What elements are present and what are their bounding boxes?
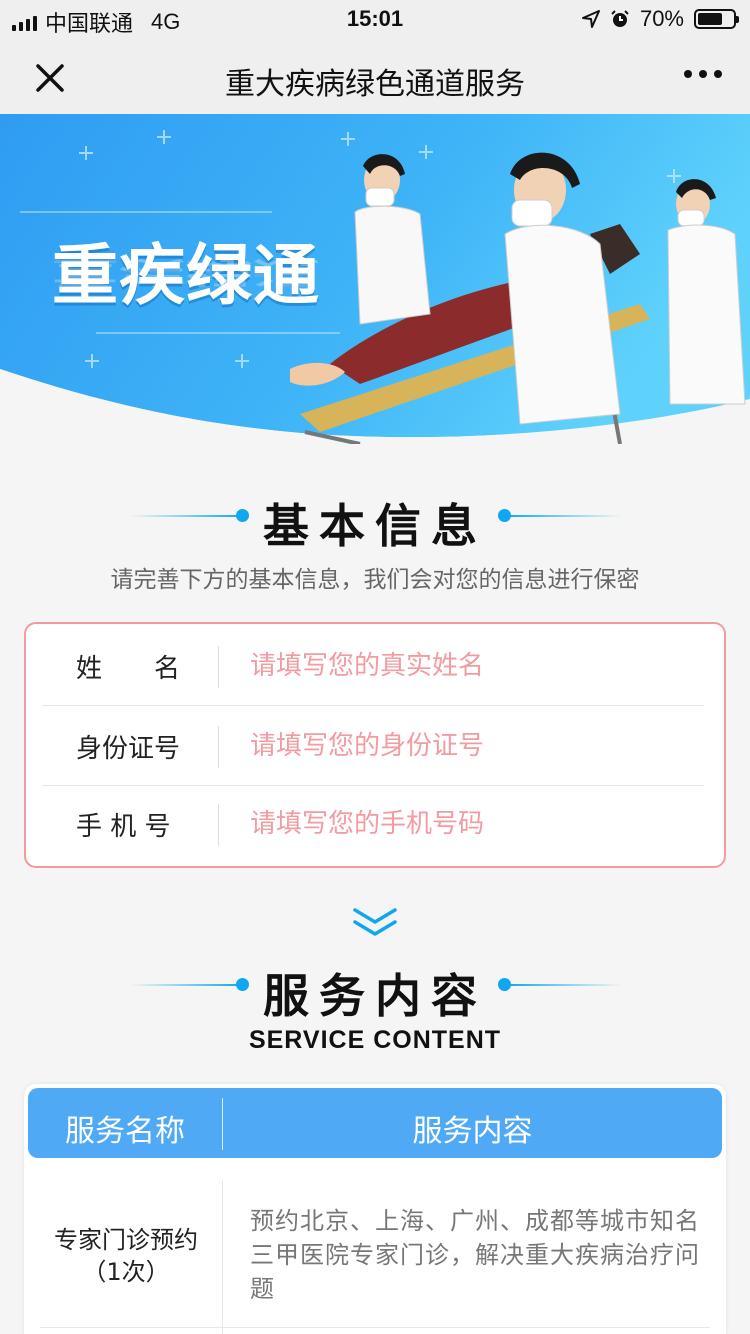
basic-info-form: 姓 名 身份证号 手 机 号 (24, 622, 726, 868)
status-right: 70% (581, 6, 739, 32)
id-number-label: 身份证号 (76, 734, 181, 764)
more-dots-icon[interactable] (684, 70, 722, 78)
location-arrow-icon (581, 10, 600, 28)
service-title-en: SERVICE CONTENT (248, 1026, 502, 1054)
banner-title-reflection: 重疾绿通 (52, 254, 320, 290)
name-input[interactable] (250, 642, 690, 690)
table-header-name: 服务名称 (65, 1114, 185, 1149)
form-separator (218, 726, 219, 768)
table-header: 服务名称 服务内容 (28, 1088, 722, 1158)
page-title: 重大疾病绿色通道服务 (225, 67, 525, 102)
service-title: 服务内容 (263, 969, 487, 1023)
form-row-name: 姓 名 (42, 626, 704, 706)
form-separator (218, 804, 219, 846)
double-chevron-down-icon (353, 908, 397, 936)
service-count: （1次） (82, 1258, 170, 1286)
phone-label: 手 机 号 (76, 812, 171, 842)
table-column-separator (222, 1180, 223, 1334)
battery-icon (694, 9, 739, 29)
name-label: 姓 名 (76, 654, 181, 684)
basic-info-subtitle: 请完善下方的基本信息，我们会对您的信息进行保密 (110, 567, 640, 593)
service-name: 专家门诊预约 (54, 1226, 198, 1254)
table-row-divider (40, 1327, 710, 1328)
table-row-content: 预约北京、上海、广州、成都等城市知名三甲医院专家门诊，解决重大疾病治疗问题 (250, 1207, 700, 1303)
status-bar: 中国联通 4G 15:01 70% (0, 0, 750, 40)
nav-bar: 重大疾病绿色通道服务 (0, 40, 750, 114)
basic-info-title: 基本信息 (263, 499, 487, 553)
battery-percent: 70% (639, 6, 684, 31)
table-header-content: 服务内容 (412, 1114, 533, 1149)
service-table: 服务名称 服务内容 专家门诊预约 （1次） 预约北京、上海、广州、成都等城市知名… (24, 1084, 726, 1334)
title-decoration-line-right (506, 515, 622, 517)
table-row-name: 专家门诊预约 （1次） (40, 1224, 212, 1288)
phone-input[interactable] (250, 800, 690, 848)
form-row-phone: 手 机 号 (42, 784, 704, 864)
alarm-clock-icon (611, 10, 629, 27)
form-row-id: 身份证号 (42, 706, 704, 786)
banner: 重疾绿通 重疾绿通 (0, 114, 750, 444)
title-decoration-line-right (506, 984, 622, 986)
form-separator (218, 646, 219, 688)
id-number-input[interactable] (250, 722, 690, 770)
